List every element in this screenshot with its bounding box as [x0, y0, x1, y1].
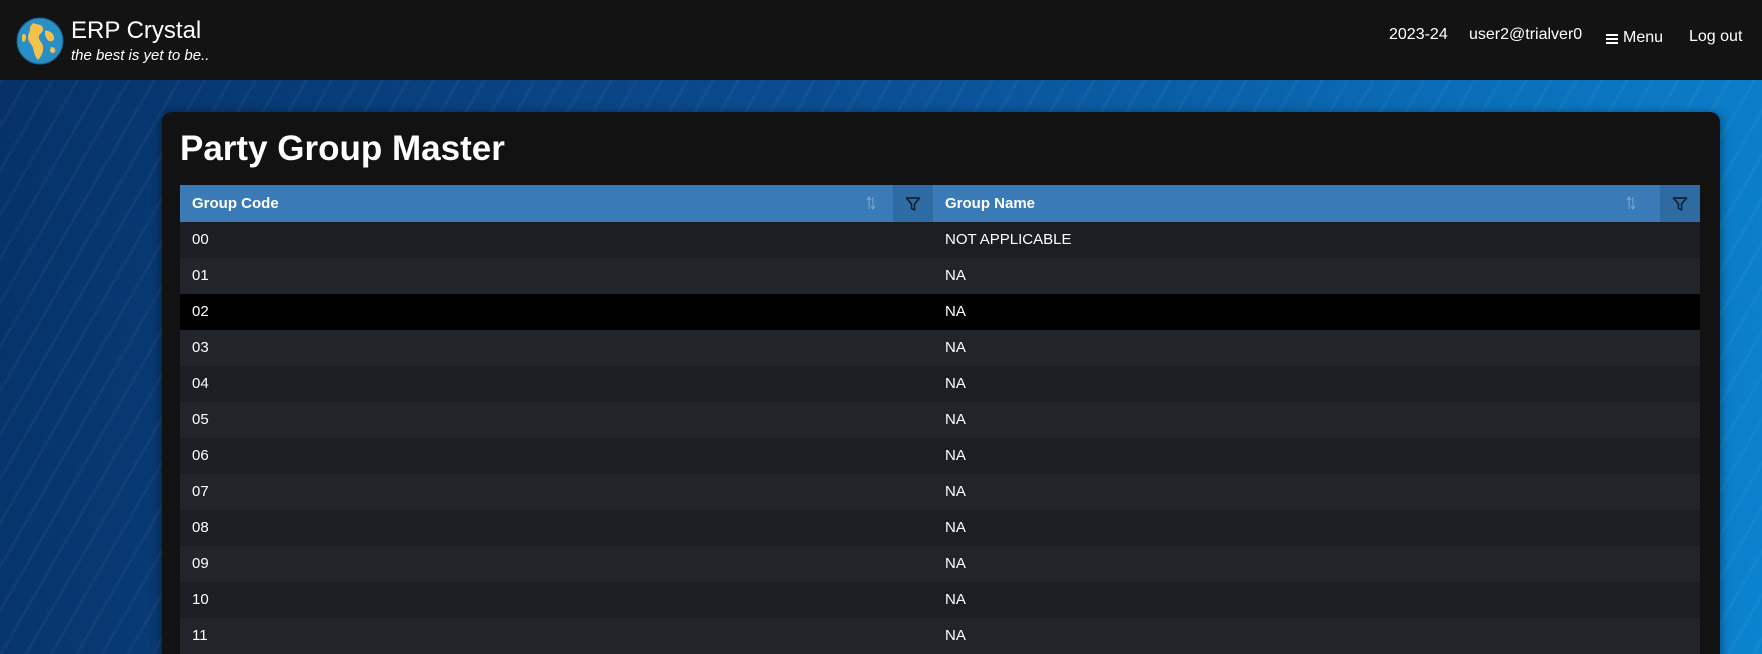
cell-group-code[interactable]: 05: [180, 402, 933, 438]
filter-icon: [905, 196, 921, 211]
cell-group-code[interactable]: 11: [180, 618, 933, 654]
party-group-grid: Group Code Group Name 00 NOT APPLICABLE …: [180, 185, 1700, 654]
page-title: Party Group Master: [180, 129, 505, 168]
table-row[interactable]: 11 NA: [180, 618, 1700, 654]
cell-group-code[interactable]: 08: [180, 510, 933, 546]
globe-logo-icon[interactable]: [16, 17, 64, 65]
cell-group-name[interactable]: NA: [933, 510, 1700, 546]
menu-label: Menu: [1623, 29, 1664, 46]
filter-icon: [1672, 196, 1688, 211]
filter-button-group-name[interactable]: [1660, 185, 1700, 222]
filter-button-group-code[interactable]: [893, 185, 933, 222]
logout-link[interactable]: Log out: [1689, 27, 1742, 47]
cell-group-name[interactable]: NA: [933, 474, 1700, 510]
cell-group-name[interactable]: NA: [933, 294, 1700, 330]
cell-group-name[interactable]: NOT APPLICABLE: [933, 222, 1700, 258]
cell-group-name[interactable]: NA: [933, 330, 1700, 366]
cell-group-name[interactable]: NA: [933, 438, 1700, 474]
column-header-group-name[interactable]: Group Name: [933, 185, 1700, 222]
brand-title[interactable]: ERP Crystal: [71, 17, 201, 45]
table-row[interactable]: 09 NA: [180, 546, 1700, 582]
cell-group-name[interactable]: NA: [933, 258, 1700, 294]
cell-group-name[interactable]: NA: [933, 618, 1700, 654]
current-user[interactable]: user2@trialver0: [1469, 25, 1582, 45]
column-label-group-code: Group Code: [192, 195, 279, 212]
table-row[interactable]: 06 NA: [180, 438, 1700, 474]
cell-group-name[interactable]: NA: [933, 582, 1700, 618]
hamburger-icon: [1606, 34, 1618, 44]
table-row[interactable]: 02 NA: [180, 294, 1700, 330]
table-row[interactable]: 00 NOT APPLICABLE: [180, 222, 1700, 258]
table-row[interactable]: 10 NA: [180, 582, 1700, 618]
cell-group-name[interactable]: NA: [933, 366, 1700, 402]
sort-icon[interactable]: [1626, 196, 1636, 210]
table-row[interactable]: 04 NA: [180, 366, 1700, 402]
grid-body: 00 NOT APPLICABLE 01 NA 02 NA 03 NA 04 NA 05 NA 06 NA…: [180, 222, 1700, 654]
column-label-group-name: Group Name: [945, 195, 1036, 212]
cell-group-code[interactable]: 04: [180, 366, 933, 402]
cell-group-name[interactable]: NA: [933, 546, 1700, 582]
menu-button[interactable]: Menu: [1606, 28, 1663, 48]
cell-group-code[interactable]: 01: [180, 258, 933, 294]
cell-group-code[interactable]: 00: [180, 222, 933, 258]
table-row[interactable]: 01 NA: [180, 258, 1700, 294]
cell-group-name[interactable]: NA: [933, 402, 1700, 438]
grid-header: Group Code Group Name: [180, 185, 1700, 222]
top-navbar: ERP Crystal the best is yet to be.. 2023…: [0, 0, 1762, 80]
cell-group-code[interactable]: 03: [180, 330, 933, 366]
column-header-group-code[interactable]: Group Code: [180, 185, 933, 222]
brand-tagline: the best is yet to be..: [71, 47, 210, 64]
financial-year[interactable]: 2023-24: [1389, 25, 1448, 45]
table-row[interactable]: 05 NA: [180, 402, 1700, 438]
sort-icon[interactable]: [866, 196, 876, 210]
cell-group-code[interactable]: 09: [180, 546, 933, 582]
table-row[interactable]: 08 NA: [180, 510, 1700, 546]
cell-group-code[interactable]: 07: [180, 474, 933, 510]
table-row[interactable]: 03 NA: [180, 330, 1700, 366]
cell-group-code[interactable]: 10: [180, 582, 933, 618]
table-row[interactable]: 07 NA: [180, 474, 1700, 510]
cell-group-code[interactable]: 02: [180, 294, 933, 330]
cell-group-code[interactable]: 06: [180, 438, 933, 474]
